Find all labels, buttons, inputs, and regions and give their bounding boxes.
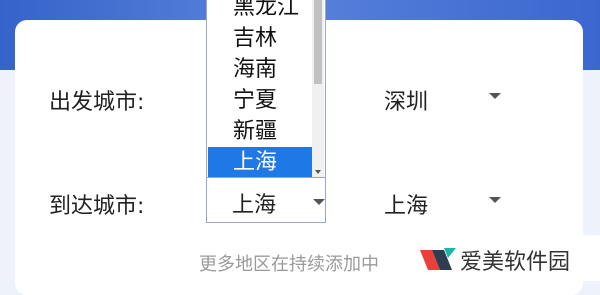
dropdown-option[interactable]: 新疆 <box>208 116 312 147</box>
arrive-city-select[interactable]: 上海 <box>384 188 428 220</box>
footer-note: 更多地区在持续添加中 <box>199 254 379 275</box>
caret-down-icon[interactable] <box>489 197 501 203</box>
dropdown-option[interactable]: 海南 <box>208 54 312 85</box>
brand-name: 爱美软件园 <box>460 250 571 275</box>
caret-down-icon[interactable] <box>489 93 501 99</box>
dropdown-option[interactable]: 黑龙江 <box>208 0 312 23</box>
depart-city-value: 深圳 <box>384 90 429 115</box>
scroll-down-arrow-icon[interactable] <box>315 170 321 174</box>
depart-city-select[interactable]: 深圳 <box>384 84 428 116</box>
arrive-city-label: 到达城市: <box>49 194 145 219</box>
dropdown-option[interactable]: 宁夏 <box>208 85 312 116</box>
arrive-province-value: 上海 <box>232 193 277 218</box>
arrive-city-value: 上海 <box>384 194 429 219</box>
caret-down-icon[interactable] <box>313 199 325 205</box>
logo-icon <box>420 248 456 270</box>
dropdown-option-selected[interactable]: 上海 <box>208 147 312 177</box>
dropdown-option[interactable]: 吉林 <box>208 23 312 54</box>
scrollbar-thumb[interactable] <box>314 0 322 84</box>
dropdown-scrollbar[interactable] <box>312 0 324 177</box>
arrive-province-select[interactable]: 上海 <box>206 177 326 223</box>
depart-city-label: 出发城市: <box>49 90 145 115</box>
province-dropdown-list[interactable]: 黑龙江 吉林 海南 宁夏 新疆 上海 <box>206 0 326 178</box>
